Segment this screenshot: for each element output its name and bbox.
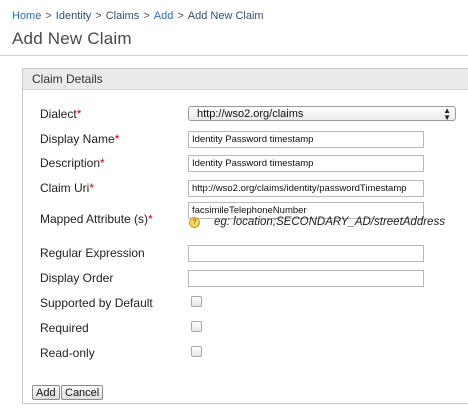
mapped-attribute-label: Mapped Attribute (s)* — [40, 212, 153, 226]
breadcrumb-identity: Identity — [55, 10, 92, 22]
breadcrumb-add[interactable]: Add — [154, 10, 174, 22]
required-marker: * — [114, 132, 120, 146]
description-input[interactable]: Identity Password timestamp — [188, 155, 424, 172]
required-marker: * — [89, 181, 95, 195]
help-icon[interactable]: ? — [189, 217, 200, 228]
dialect-select[interactable]: http://wso2.org/claims ▲ ▼ — [188, 106, 456, 122]
breadcrumb-separator: > — [45, 10, 52, 22]
add-button[interactable]: Add — [32, 385, 60, 400]
required-marker: * — [148, 212, 153, 226]
cancel-button[interactable]: Cancel — [61, 385, 104, 400]
display-name-label-text: Display Name — [40, 132, 115, 146]
select-arrows-icon: ▲ ▼ — [443, 106, 451, 122]
dialect-label: Dialect* — [40, 107, 81, 121]
required-checkbox[interactable] — [191, 321, 202, 332]
required-marker: * — [100, 156, 105, 170]
supported-by-default-checkbox[interactable] — [191, 296, 202, 307]
mapped-attribute-hint: ? eg: location;SECONDARY_AD/streetAddress — [189, 216, 445, 228]
breadcrumb-separator: > — [177, 10, 184, 22]
read-only-label: Read-only — [40, 346, 95, 360]
display-order-label: Display Order — [40, 271, 114, 285]
page-title: Add New Claim — [12, 29, 132, 48]
breadcrumb-home[interactable]: Home — [12, 10, 41, 22]
required-label: Required — [40, 321, 89, 335]
description-label: Description* — [40, 156, 105, 170]
required-marker: * — [76, 107, 82, 121]
display-name-label: Display Name* — [40, 132, 119, 146]
display-order-input[interactable] — [188, 270, 424, 287]
claim-uri-input[interactable]: http://wso2.org/claims/identity/password… — [188, 180, 424, 197]
dialect-label-text: Dialect — [40, 107, 77, 121]
read-only-checkbox[interactable] — [191, 346, 202, 357]
description-label-text: Description — [40, 156, 101, 170]
breadcrumb-separator: > — [95, 10, 102, 22]
breadcrumb-current: Add New Claim — [187, 10, 264, 22]
mapped-attribute-hint-text: eg: location;SECONDARY_AD/streetAddress — [214, 216, 445, 228]
dialect-selected-value: http://wso2.org/claims — [197, 108, 304, 120]
breadcrumb: Home > Identity > Claims > Add > Add New Claim — [12, 10, 264, 22]
panel-header: Claim Details — [23, 69, 468, 90]
claim-uri-label: Claim Uri* — [40, 181, 94, 195]
display-name-input[interactable]: Identity Password timestamp — [188, 131, 424, 148]
header-divider — [0, 55, 468, 56]
regular-expression-input[interactable] — [188, 245, 424, 262]
breadcrumb-separator: > — [143, 10, 150, 22]
breadcrumb-claims: Claims — [105, 10, 140, 22]
claim-uri-label-text: Claim Uri — [40, 181, 90, 195]
mapped-attribute-label-text: Mapped Attribute (s) — [40, 212, 149, 226]
supported-by-default-label: Supported by Default — [40, 296, 153, 310]
regular-expression-label: Regular Expression — [40, 246, 145, 260]
